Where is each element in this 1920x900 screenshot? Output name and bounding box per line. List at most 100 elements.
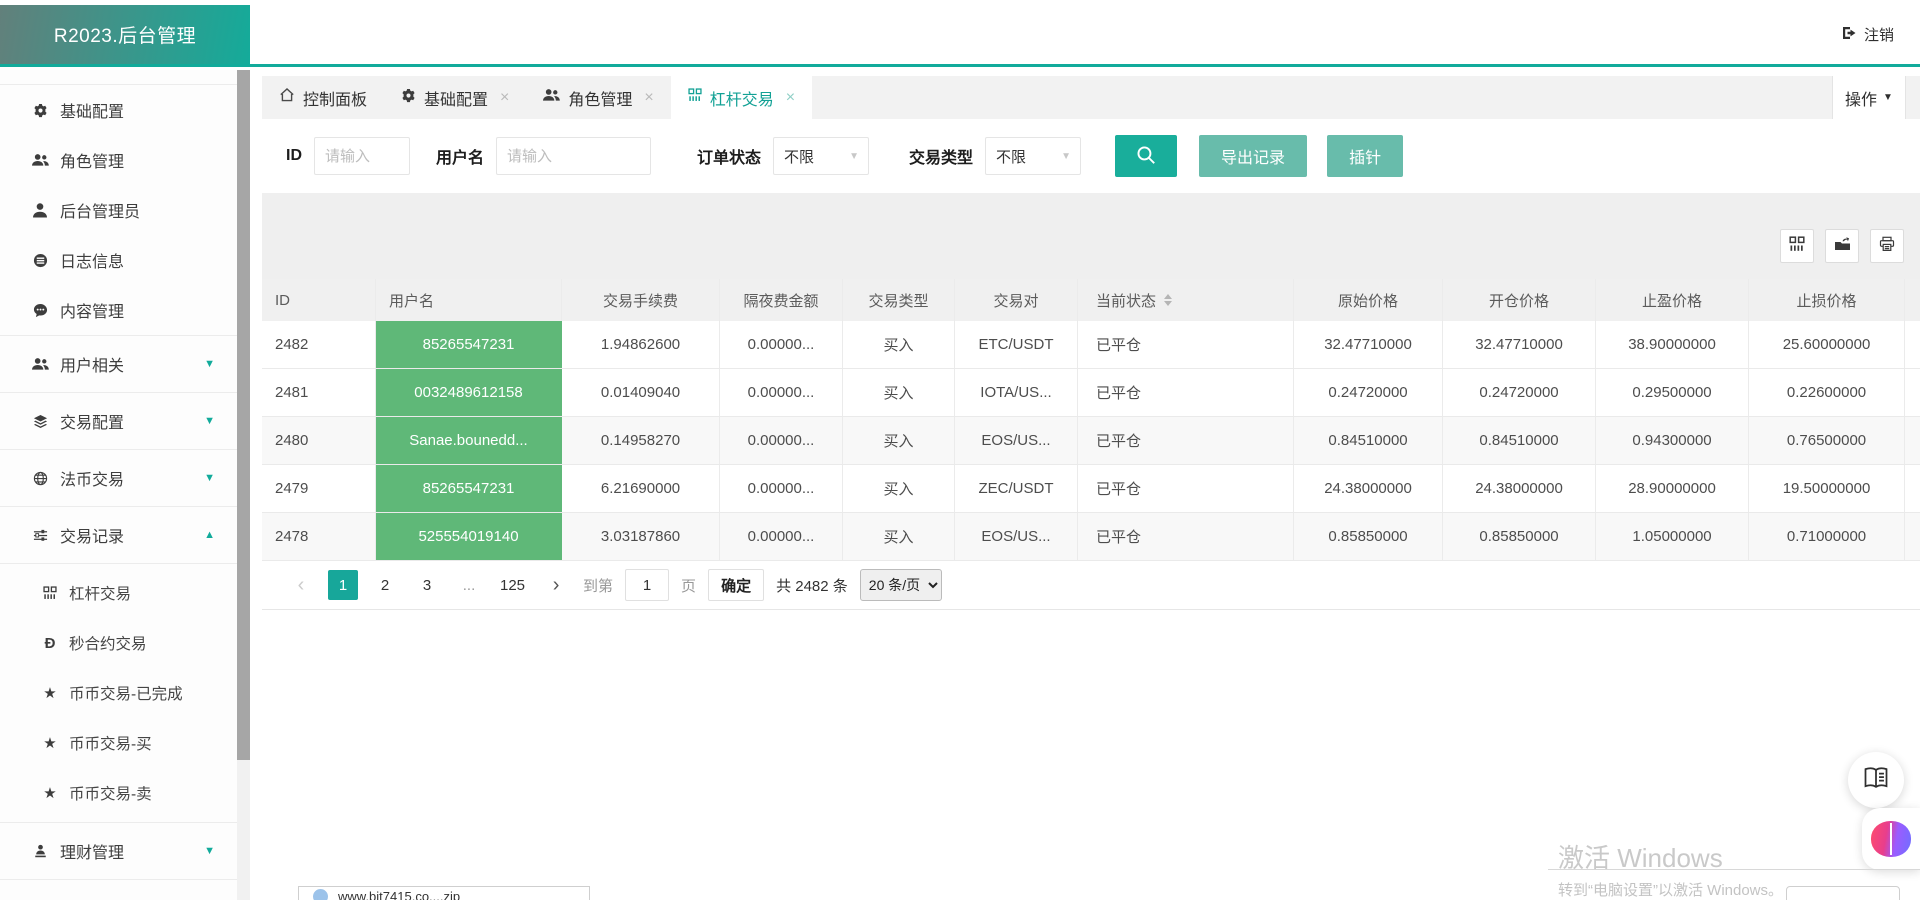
cell-original-price: 0.84510000	[1294, 417, 1443, 464]
sidebar-item-wealth-mgmt[interactable]: 理财管理 ▼	[0, 822, 237, 879]
cell-id: 2482	[262, 321, 376, 368]
sidebar-item-basic-config[interactable]: 基础配置	[0, 85, 237, 135]
cell-status: 已平仓	[1078, 417, 1294, 464]
tab-role-mgmt[interactable]: 角色管理 ×	[526, 76, 670, 119]
sidebar-subitem-spot-sell[interactable]: ★ 币币交易-卖	[0, 768, 237, 818]
table-row: 2478 525554019140 3.03187860 0.00000... …	[262, 513, 1920, 561]
cell-open-price: 0.24720000	[1443, 369, 1596, 416]
cell-take-profit: 28.90000000	[1596, 465, 1749, 512]
sidebar-item-user-related[interactable]: 用户相关 ▼	[0, 335, 237, 392]
sidebar-item-label: 法币交易	[60, 466, 124, 490]
pin-button[interactable]: 插针	[1327, 135, 1403, 177]
tab-leverage-trade[interactable]: 杠杆交易 ×	[671, 76, 812, 119]
sidebar-item-trade-config[interactable]: 交易配置 ▼	[0, 392, 237, 449]
sort-icon[interactable]	[1164, 294, 1172, 306]
page-size-select[interactable]: 20 条/页	[860, 569, 942, 601]
cell-fee: 3.03187860	[562, 513, 720, 560]
sidebar-subitem-spot-buy[interactable]: ★ 币币交易-买	[0, 718, 237, 768]
page-ellipsis: ...	[454, 570, 484, 600]
sidebar-subitem-leverage-trade[interactable]: 杠杆交易	[0, 568, 237, 618]
assistant-fab-button[interactable]	[1862, 808, 1920, 870]
cell-status: 已平仓	[1078, 465, 1294, 512]
trade-type-select[interactable]: 不限 ▼	[985, 137, 1081, 175]
chevron-down-icon: ▼	[204, 415, 215, 427]
print-button[interactable]	[1870, 229, 1904, 263]
logout-button[interactable]: 注销	[1841, 5, 1920, 64]
sidebar-item-content-mgmt[interactable]: 内容管理	[0, 285, 237, 335]
cell-stop-loss: 19.50000000	[1749, 465, 1905, 512]
table-row: 2480 Sanae.bounedd... 0.14958270 0.00000…	[262, 417, 1920, 465]
tab-label: 杠杆交易	[710, 86, 774, 110]
tab-basic-config[interactable]: 基础配置 ×	[384, 76, 526, 119]
pagination: ‹ 1 2 3 ... 125 › 到第 页 确定 共 2482 条 20 条/…	[262, 561, 1920, 610]
close-icon[interactable]: ×	[786, 89, 795, 107]
filter-bar: ID 用户名 订单状态 不限 ▼ 交易类型 不限 ▼ 导出记录 插针	[262, 119, 1920, 193]
export-button[interactable]	[1825, 229, 1859, 263]
sidebar-scrollbar-thumb[interactable]	[237, 70, 250, 760]
col-header-pair: 交易对	[955, 279, 1078, 321]
sidebar-subitem-spot-done[interactable]: ★ 币币交易-已完成	[0, 668, 237, 718]
trade-records-submenu: 杠杆交易 Ð 秒合约交易 ★ 币币交易-已完成 ★ 币币交易-买 ★ 币币交易-…	[0, 563, 237, 822]
sidebar-subitem-second-contract[interactable]: Ð 秒合约交易	[0, 618, 237, 668]
page-unit-label: 页	[681, 575, 696, 596]
order-status-select[interactable]: 不限 ▼	[773, 137, 869, 175]
book-icon	[1862, 766, 1890, 795]
sidebar-item-label: 基础配置	[60, 98, 124, 122]
sidebar-item-label: 交易记录	[60, 523, 124, 547]
cell-overnight: 0.00000...	[720, 369, 843, 416]
goto-page-input[interactable]	[625, 569, 669, 601]
order-status-value: 不限	[784, 146, 814, 167]
users-icon	[30, 357, 50, 371]
cell-stop-loss: 0.22600000	[1749, 369, 1905, 416]
search-button[interactable]	[1115, 135, 1177, 177]
tab-dashboard[interactable]: 控制面板	[262, 76, 384, 119]
cell-pair: IOTA/US...	[955, 369, 1078, 416]
cell-take-profit: 0.29500000	[1596, 369, 1749, 416]
cell-take-profit: 1.05000000	[1596, 513, 1749, 560]
brain-icon	[1871, 821, 1911, 857]
confirm-button[interactable]: 确定	[708, 569, 764, 601]
prev-page-button[interactable]: ‹	[286, 570, 316, 600]
sidebar-item-logs[interactable]: 日志信息	[0, 235, 237, 285]
export-records-button[interactable]: 导出记录	[1199, 135, 1307, 177]
sidebar-subitem-label: 币币交易-卖	[69, 782, 152, 804]
download-bar-item[interactable]: www.bit7415.co....zip	[298, 886, 590, 900]
cell-pair: EOS/US...	[955, 513, 1078, 560]
sidebar-item-role-mgmt[interactable]: 角色管理	[0, 135, 237, 185]
top-bar: R2023.后台管理 注销	[0, 5, 1920, 67]
page-button[interactable]: 125	[496, 570, 529, 600]
sidebar-item-admins[interactable]: 后台管理员	[0, 185, 237, 235]
reader-fab-button[interactable]	[1848, 752, 1904, 808]
page-button[interactable]: 2	[370, 570, 400, 600]
close-icon[interactable]: ×	[644, 89, 653, 107]
app-logo: R2023.后台管理	[0, 5, 250, 64]
sidebar-item-label: 内容管理	[60, 298, 124, 322]
close-icon[interactable]: ×	[500, 89, 509, 107]
page-button[interactable]: 1	[328, 570, 358, 600]
col-header-overnight: 隔夜费金额	[720, 279, 843, 321]
order-status-filter-label: 订单状态	[697, 144, 761, 168]
col-header-sliver	[1905, 279, 1920, 321]
cell-overnight: 0.00000...	[720, 465, 843, 512]
username-filter-input[interactable]	[496, 137, 651, 175]
username-filter-label: 用户名	[436, 144, 484, 168]
next-page-button[interactable]: ›	[541, 570, 571, 600]
sidebar-item-label: 理财管理	[60, 839, 124, 863]
admin-page: R2023.后台管理 注销 基础配置 角色管理 后台管理员	[0, 0, 1920, 900]
logout-label: 注销	[1864, 24, 1894, 45]
sidebar-item-fiat-trade[interactable]: 法币交易 ▼	[0, 449, 237, 506]
sidebar-item-label: 角色管理	[60, 148, 124, 172]
actions-dropdown-button[interactable]: 操作 ▼	[1832, 76, 1906, 119]
id-filter-input[interactable]	[314, 137, 410, 175]
caret-down-icon: ▼	[1883, 92, 1893, 103]
columns-toggle-button[interactable]	[1780, 229, 1814, 263]
sidebar-item-label: 交易配置	[60, 409, 124, 433]
cell-take-profit: 38.90000000	[1596, 321, 1749, 368]
cell-username: 0032489612158	[376, 369, 562, 416]
cell-type: 买入	[843, 417, 955, 464]
cell-take-profit: 0.94300000	[1596, 417, 1749, 464]
cell-status: 已平仓	[1078, 369, 1294, 416]
log-icon	[30, 253, 50, 268]
sidebar-item-trade-records[interactable]: 交易记录 ▲	[0, 506, 237, 563]
page-button[interactable]: 3	[412, 570, 442, 600]
